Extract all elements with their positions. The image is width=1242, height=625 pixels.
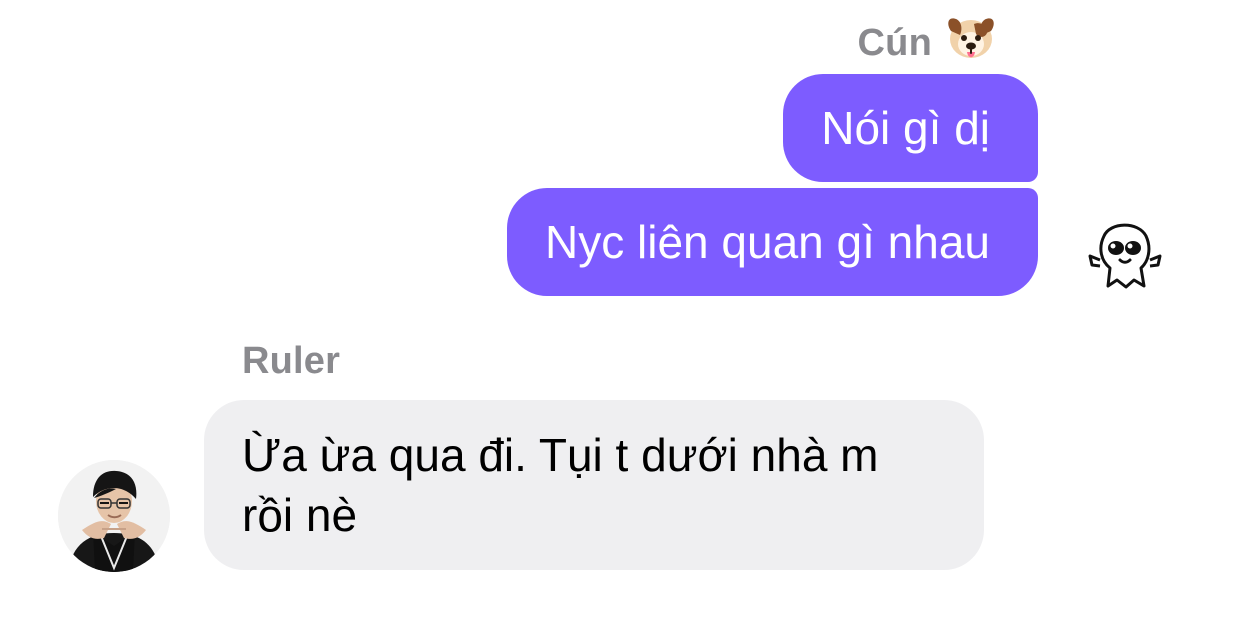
outgoing-message-bubble[interactable]: Nói gì dị [783, 74, 1038, 182]
message-line: rồi nè [242, 489, 358, 541]
outgoing-sender-header: Cún [858, 14, 998, 72]
incoming-message-bubble[interactable]: Ừa ừa qua đi. Tụi t dưới nhà m rồi nè [204, 400, 984, 570]
message-line: Ừa ừa qua đi. Tụi t dưới nhà m [242, 429, 879, 481]
incoming-sender-name: Ruler [242, 340, 341, 382]
outgoing-message-bubble[interactable]: Nyc liên quan gì nhau [507, 188, 1038, 296]
ghost-sticker-icon [1086, 218, 1164, 294]
dog-face-icon [944, 14, 998, 72]
avatar[interactable] [58, 460, 170, 572]
outgoing-sender-name: Cún [857, 21, 932, 64]
